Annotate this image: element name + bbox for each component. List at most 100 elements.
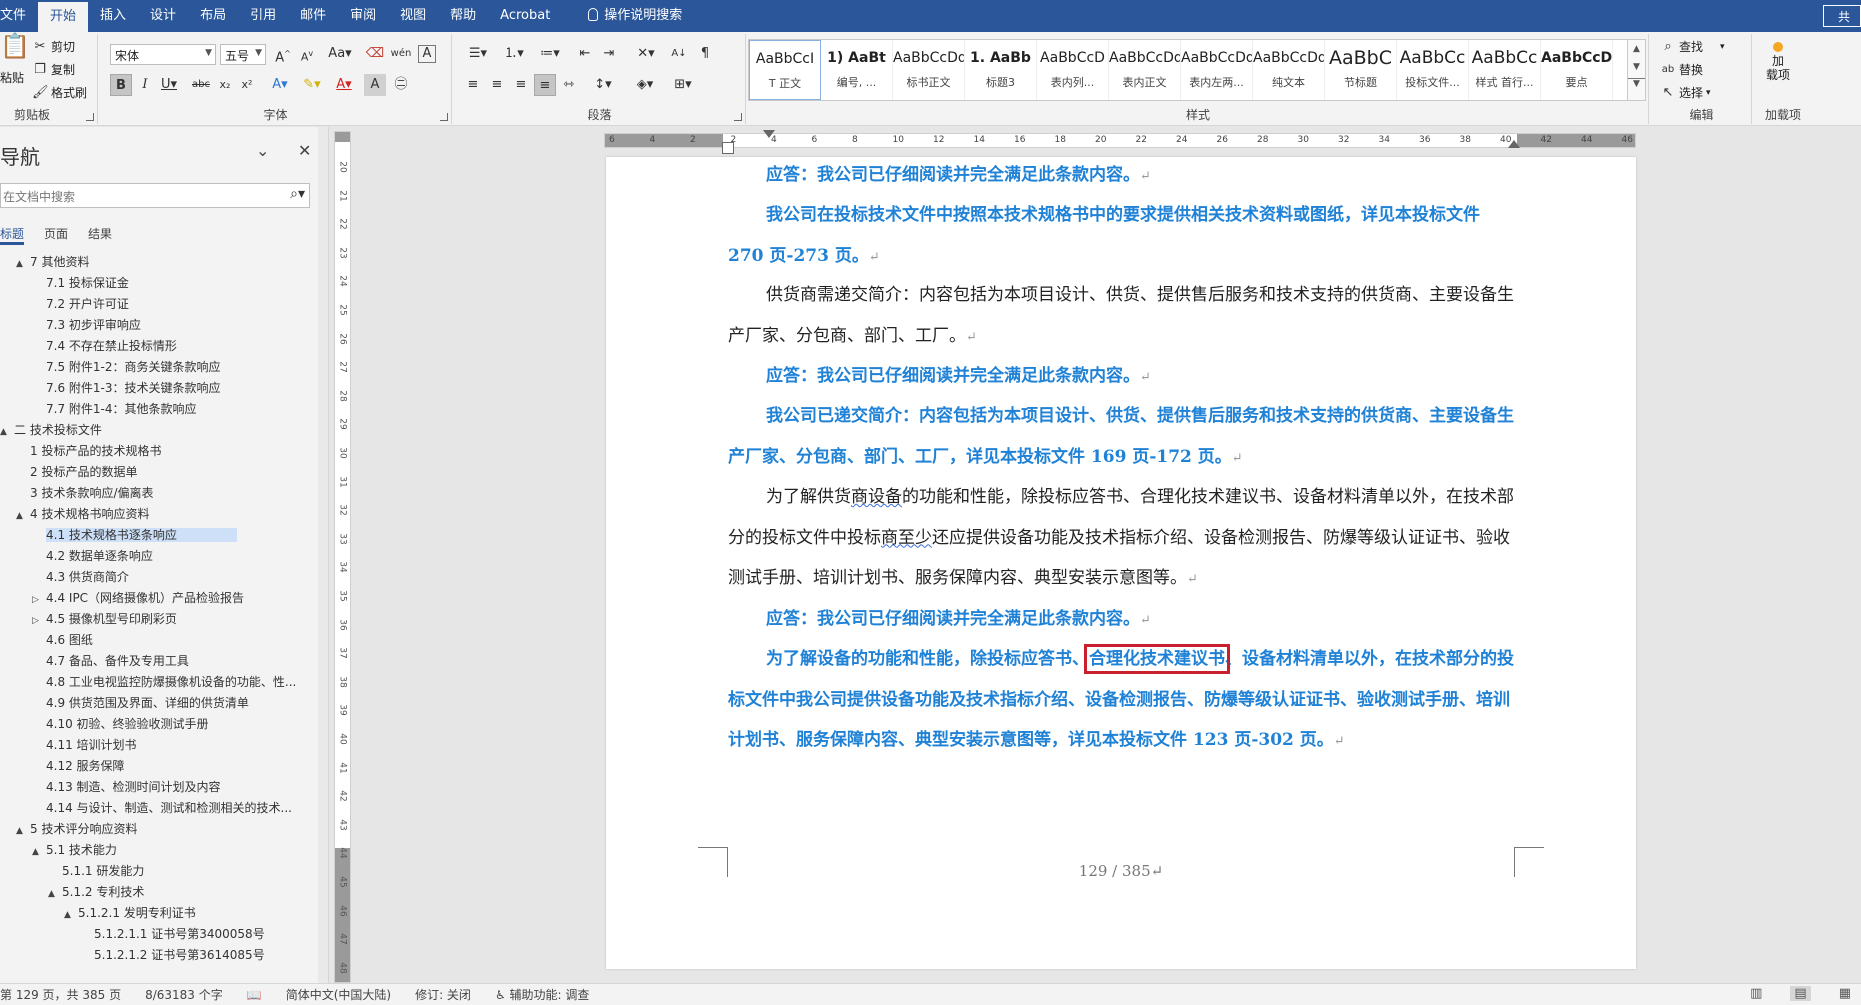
status-track-changes[interactable]: 修订: 关闭 xyxy=(403,986,483,1003)
nav-heading-item[interactable]: 7.6 附件1-3：技术关键条款响应 xyxy=(0,378,300,399)
tab-design[interactable]: 设计 xyxy=(138,0,188,32)
style-item[interactable]: AaBbC 节标题 xyxy=(1325,40,1397,100)
nav-heading-item[interactable]: ▲ 5.1 技术能力 xyxy=(0,840,300,861)
line-spacing-icon[interactable]: ↕▾ xyxy=(588,74,618,96)
nav-heading-item[interactable]: 7.2 开户许可证 xyxy=(0,294,300,315)
borders-icon[interactable]: ⊞▾ xyxy=(668,74,698,96)
nav-heading-item[interactable]: 4.7 备品、备件及专用工具 xyxy=(0,651,300,672)
print-layout-icon[interactable]: ▤ xyxy=(1790,986,1811,1001)
cut-button[interactable]: ✂ 剪切 xyxy=(32,38,75,55)
style-item[interactable]: AaBbCcDdI 标书正文 xyxy=(893,40,965,100)
style-item[interactable]: AaBbCcDdEe 表内左两... xyxy=(1181,40,1253,100)
numbering-icon[interactable]: ⒈▾ xyxy=(498,43,530,65)
char-border-icon[interactable]: A xyxy=(418,45,436,63)
bold-icon[interactable]: B xyxy=(110,74,132,96)
tab-layout[interactable]: 布局 xyxy=(188,0,238,32)
clear-format-icon[interactable]: ⌫ xyxy=(364,43,386,65)
expand-toggle-icon[interactable]: ▲ xyxy=(48,884,62,903)
nav-heading-item[interactable]: 4.2 数据单逐条响应 xyxy=(0,546,300,567)
nav-heading-item[interactable]: 4.12 服务保障 xyxy=(0,756,300,777)
tab-home[interactable]: 开始 xyxy=(38,2,89,32)
shrink-font-icon[interactable]: Av xyxy=(296,43,318,65)
nav-heading-item[interactable]: 4.11 培训计划书 xyxy=(0,735,300,756)
style-item[interactable]: AaBbCc 投标文件... xyxy=(1397,40,1469,100)
multilevel-list-icon[interactable]: ≔▾ xyxy=(534,43,566,65)
nav-heading-item[interactable]: 4.1 技术规格书逐条响应 xyxy=(0,525,300,546)
expand-toggle-icon[interactable]: ▷ xyxy=(32,590,46,609)
nav-scrollbar[interactable] xyxy=(318,127,328,983)
expand-toggle-icon[interactable]: ▲ xyxy=(16,821,30,840)
phonetic-guide-icon[interactable]: wén xyxy=(390,43,412,65)
find-button[interactable]: ⌕ 查找 ▾ xyxy=(1660,38,1724,55)
distributed-icon[interactable]: ⇿ xyxy=(558,74,580,96)
nav-heading-item[interactable]: 5.1.2.1.1 证书号第3400058号 xyxy=(0,924,300,945)
decrease-indent-icon[interactable]: ⇤ xyxy=(574,43,596,65)
nav-heading-item[interactable]: 4.9 供货范围及界面、详细的供货清单 xyxy=(0,693,300,714)
align-left-icon[interactable]: ≡ xyxy=(462,74,484,96)
nav-heading-item[interactable]: 7.5 附件1-2：商务关键条款响应 xyxy=(0,357,300,378)
style-item[interactable]: AaBbCcI T 正文 xyxy=(749,40,821,100)
tab-help[interactable]: 帮助 xyxy=(438,0,488,32)
char-shading-icon[interactable]: A xyxy=(364,74,386,96)
read-mode-icon[interactable]: ▥ xyxy=(1750,986,1762,1001)
search-icon[interactable]: ⌕▾ xyxy=(290,186,305,202)
close-icon[interactable]: ✕ xyxy=(298,141,311,160)
nav-heading-item[interactable]: 1 投标产品的技术规格书 xyxy=(0,441,300,462)
font-launcher[interactable] xyxy=(440,113,448,121)
nav-heading-item[interactable]: 4.10 初验、终验验收测试手册 xyxy=(0,714,300,735)
select-button[interactable]: ↖ 选择 ▾ xyxy=(1660,84,1711,101)
tab-acrobat[interactable]: Acrobat xyxy=(488,0,562,32)
nav-heading-item[interactable]: 2 投标产品的数据单 xyxy=(0,462,300,483)
tab-file[interactable]: 文件 xyxy=(0,0,38,32)
nav-heading-item[interactable]: 7.1 投标保证金 xyxy=(0,273,300,294)
font-color-icon[interactable]: A▾ xyxy=(330,74,358,96)
status-accessibility[interactable]: ♿ 辅助功能: 调查 xyxy=(483,986,601,1003)
enclosed-char-icon[interactable]: ㊁ xyxy=(390,74,412,96)
status-page[interactable]: 第 129 页，共 385 页 xyxy=(0,986,133,1003)
nav-heading-item[interactable]: 4.6 图纸 xyxy=(0,630,300,651)
copy-button[interactable]: ❐ 复制 xyxy=(32,61,75,78)
tab-insert[interactable]: 插入 xyxy=(88,0,138,32)
nav-heading-item[interactable]: ▲ 4 技术规格书响应资料 xyxy=(0,504,300,525)
addins-button[interactable]: 加 载项 xyxy=(1766,42,1790,82)
subscript-icon[interactable]: x₂ xyxy=(214,74,236,96)
clipboard-launcher[interactable] xyxy=(86,113,94,121)
nav-heading-item[interactable]: ▷ 4.5 摄像机型号印刷彩页 xyxy=(0,609,300,630)
underline-icon[interactable]: U▾ xyxy=(158,74,180,96)
tab-headings[interactable]: 标题 xyxy=(0,225,25,245)
paragraph-launcher[interactable] xyxy=(734,113,742,121)
nav-heading-item[interactable]: 5.1.1 研发能力 xyxy=(0,861,300,882)
nav-heading-item[interactable]: ▲ 7 其他资料 xyxy=(0,252,300,273)
tab-review[interactable]: 审阅 xyxy=(338,0,388,32)
increase-indent-icon[interactable]: ⇥ xyxy=(598,43,620,65)
show-marks-icon[interactable]: ¶ xyxy=(694,43,716,65)
nav-heading-item[interactable]: ▲ 5.1.2 专利技术 xyxy=(0,882,300,903)
style-item[interactable]: 1. AaBb 标题3 xyxy=(965,40,1037,100)
nav-heading-item[interactable]: 4.14 与设计、制造、测试和检测相关的技术... xyxy=(0,798,300,819)
format-painter-button[interactable]: 🖌 格式刷 xyxy=(32,84,87,101)
nav-heading-item[interactable]: 3 技术条款响应/偏离表 xyxy=(0,483,300,504)
text-effects-icon[interactable]: A▾ xyxy=(266,74,294,96)
style-item[interactable]: AaBbCcDdI 表内正文 xyxy=(1109,40,1181,100)
nav-heading-item[interactable]: ▲ 5.1.2.1 发明专利证书 xyxy=(0,903,300,924)
style-item[interactable]: AaBbCcD 表内列... xyxy=(1037,40,1109,100)
nav-heading-item[interactable]: ▷ 4.4 IPC（网络摄像机）产品检验报告 xyxy=(0,588,300,609)
font-name-select[interactable]: 宋体 ▼ xyxy=(110,44,216,65)
right-indent-marker[interactable] xyxy=(1508,140,1520,148)
chinese-layout-icon[interactable]: ✕▾ xyxy=(630,43,662,65)
document-page[interactable]: 应答：我公司已仔细阅读并完全满足此条款内容。↵ 我公司在投标技术文件中按照本技术… xyxy=(606,157,1636,969)
status-words[interactable]: 8/63183 个字 xyxy=(133,986,235,1003)
style-item[interactable]: AaBbCc 样式 首行... xyxy=(1469,40,1541,100)
strikethrough-icon[interactable]: abc xyxy=(190,74,212,96)
expand-toggle-icon[interactable]: ▲ xyxy=(64,905,78,924)
nav-heading-item[interactable]: 4.8 工业电视监控防爆摄像机设备的功能、性... xyxy=(0,672,300,693)
paste-button[interactable]: 📋 粘贴 xyxy=(0,34,30,86)
align-right-icon[interactable]: ≡ xyxy=(510,74,532,96)
justify-icon[interactable]: ≡ xyxy=(534,74,556,96)
left-indent-marker[interactable] xyxy=(722,142,734,154)
expand-toggle-icon[interactable]: ▲ xyxy=(16,506,30,525)
align-center-icon[interactable]: ≡ xyxy=(486,74,508,96)
italic-icon[interactable]: I xyxy=(134,74,156,96)
bullets-icon[interactable]: ☰▾ xyxy=(462,43,494,65)
tab-results[interactable]: 结果 xyxy=(88,225,112,245)
